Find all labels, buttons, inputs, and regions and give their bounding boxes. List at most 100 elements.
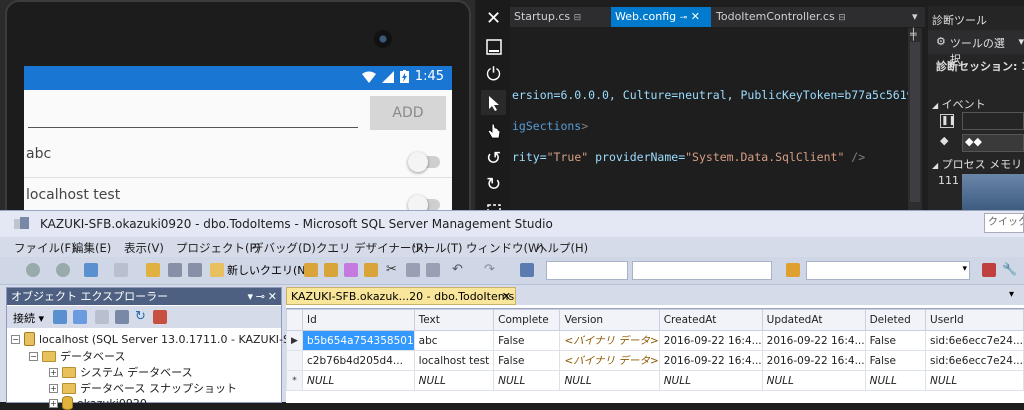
pointer-icon[interactable]: [481, 90, 506, 115]
undo-icon[interactable]: ↶: [452, 263, 466, 277]
add-item-icon[interactable]: [114, 263, 128, 277]
database-select[interactable]: [546, 261, 628, 280]
table-cell[interactable]: 2016-09-22 16:4...: [658, 350, 763, 371]
complete-toggle[interactable]: [408, 152, 440, 172]
menu-view[interactable]: 表示(V): [124, 240, 164, 256]
column-header[interactable]: Complete: [493, 309, 561, 331]
todo-input[interactable]: [28, 98, 358, 128]
tree-node-okazuki0920[interactable]: + okazuki0920: [49, 396, 147, 410]
find-icon[interactable]: [786, 263, 800, 277]
menu-edit[interactable]: 編集(E): [72, 240, 111, 256]
menu-debug[interactable]: デバッグ(D): [252, 240, 316, 256]
pin-icon[interactable]: ⊟: [574, 13, 582, 23]
row-selector[interactable]: [285, 350, 304, 371]
add-button[interactable]: ADD: [370, 96, 446, 130]
column-header[interactable]: Id: [302, 309, 415, 331]
table-row[interactable]: * NULL NULL NULL NULL NULL NULL NULL NUL…: [285, 370, 1024, 391]
save-icon[interactable]: [168, 263, 182, 277]
column-header[interactable]: Version: [559, 309, 660, 331]
column-header[interactable]: CreatedAt: [658, 309, 763, 331]
open-icon[interactable]: [146, 263, 160, 277]
table-row[interactable]: c2b76b4d205d4... localhost test False <バ…: [285, 350, 1024, 371]
copy-icon[interactable]: [406, 263, 420, 277]
properties-icon[interactable]: [982, 263, 996, 277]
table-cell[interactable]: NULL: [658, 370, 763, 391]
table-cell[interactable]: 2016-09-22 16:4...: [658, 330, 763, 351]
stop-icon[interactable]: [95, 310, 109, 324]
table-cell[interactable]: False: [864, 330, 927, 351]
disconnect-icon[interactable]: [73, 310, 87, 324]
close-icon[interactable]: ✕: [502, 288, 511, 306]
results-grid[interactable]: Id Text Complete Version CreatedAt Updat…: [285, 308, 1024, 403]
code-editor[interactable]: ersion=6.0.0.0, Culture=neutral, PublicK…: [510, 28, 908, 210]
table-cell[interactable]: False: [493, 350, 561, 371]
activity-monitor-icon[interactable]: [153, 310, 167, 324]
refresh-icon[interactable]: ↻: [135, 310, 149, 324]
column-header[interactable]: Text: [413, 309, 495, 331]
table-row[interactable]: ▶ b5b654a754358501 abc False <バイナリ データ> …: [285, 330, 1024, 351]
power-icon[interactable]: ⏻: [481, 62, 506, 87]
column-header[interactable]: UserId: [925, 309, 1024, 331]
tab-web-config[interactable]: Web.config ⊸ ✕: [611, 7, 711, 27]
table-cell[interactable]: False: [864, 350, 927, 371]
new-query-button[interactable]: 新しいクエリ(N): [210, 262, 310, 278]
table-cell[interactable]: 2016-09-22 16:4...: [761, 330, 866, 351]
query-icon[interactable]: [304, 263, 318, 277]
table-cell[interactable]: abc: [413, 330, 495, 351]
menu-tools[interactable]: ツール(T): [412, 240, 463, 256]
table-cell[interactable]: NULL: [493, 370, 561, 391]
filter-icon[interactable]: [115, 310, 129, 324]
connect-icon[interactable]: [53, 310, 67, 324]
menu-window[interactable]: ウィンドウ(W): [466, 240, 544, 256]
forward-icon[interactable]: [56, 263, 70, 277]
minimize-icon[interactable]: [481, 34, 506, 59]
rotate-left-icon[interactable]: ↺: [481, 146, 506, 171]
tree-node-server[interactable]: − localhost (SQL Server 13.0.1711.0 - KA…: [11, 332, 318, 346]
solution-config-select[interactable]: [632, 261, 772, 280]
column-header[interactable]: UpdatedAt: [761, 309, 866, 331]
tab-startup-cs[interactable]: Startup.cs ⊟: [510, 7, 600, 27]
menu-help[interactable]: ヘルプ(H): [536, 240, 588, 256]
find-input[interactable]: ▾: [806, 261, 970, 280]
table-cell[interactable]: <バイナリ データ>: [559, 330, 660, 351]
table-cell[interactable]: c2b76b4d205d4...: [302, 350, 415, 371]
table-cell[interactable]: NULL: [925, 370, 1024, 391]
table-cell[interactable]: NULL: [761, 370, 866, 391]
tab-overflow-icon[interactable]: ▾: [910, 7, 924, 27]
column-header[interactable]: Deleted: [864, 309, 927, 331]
tree-node-snapshots[interactable]: + データベース スナップショット: [49, 380, 237, 396]
table-cell[interactable]: sid:6e6ecc7e24...: [925, 330, 1024, 351]
table-cell[interactable]: False: [493, 330, 561, 351]
new-project-icon[interactable]: [84, 263, 98, 277]
cut-icon[interactable]: ✂: [386, 263, 400, 277]
query-icon[interactable]: [324, 263, 338, 277]
editor-scrollbar[interactable]: ╪: [908, 28, 922, 210]
wrench-icon[interactable]: 🔧: [1002, 263, 1017, 277]
close-icon[interactable]: ✕: [481, 6, 506, 31]
table-cell[interactable]: NULL: [559, 370, 660, 391]
hand-cursor-icon[interactable]: [481, 118, 506, 143]
current-row-icon[interactable]: ▶: [285, 330, 304, 351]
query-icon[interactable]: [344, 263, 358, 277]
table-cell[interactable]: <バイナリ データ>: [559, 350, 660, 371]
tree-node-system-databases[interactable]: + システム データベース: [49, 364, 193, 380]
table-cell[interactable]: 2016-09-22 16:4...: [761, 350, 866, 371]
new-row-icon[interactable]: *: [285, 370, 304, 391]
menu-project[interactable]: プロジェクト(P): [176, 240, 261, 256]
tab-todoitems[interactable]: KAZUKI-SFB.okazuk...20 - dbo.TodoItems ✕: [286, 287, 516, 305]
menu-file[interactable]: ファイル(F): [14, 240, 76, 256]
pin-icon[interactable]: ⊸: [680, 13, 688, 23]
table-cell[interactable]: localhost test: [413, 350, 495, 371]
table-cell[interactable]: sid:6e6ecc7e24...: [925, 350, 1024, 371]
rotate-right-icon[interactable]: ↻: [481, 172, 506, 197]
results-icon[interactable]: [520, 263, 534, 277]
table-cell[interactable]: NULL: [413, 370, 495, 391]
table-cell[interactable]: NULL: [302, 370, 415, 391]
quick-launch-input[interactable]: クイック起: [984, 213, 1024, 233]
save-all-icon[interactable]: [188, 263, 202, 277]
paste-icon[interactable]: [426, 263, 440, 277]
close-icon[interactable]: ✕: [691, 10, 700, 23]
close-icon[interactable]: ✕: [268, 288, 277, 305]
table-cell[interactable]: NULL: [864, 370, 927, 391]
connect-button[interactable]: 接続 ▾: [13, 310, 44, 326]
